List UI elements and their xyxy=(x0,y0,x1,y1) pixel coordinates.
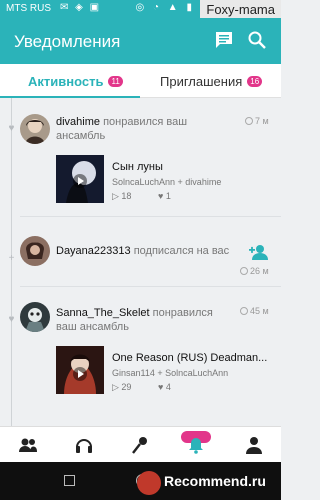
username[interactable]: Sanna_The_Skelet xyxy=(56,307,150,319)
likes-value: 1 xyxy=(165,191,171,201)
song-card[interactable]: Сын луны SolncaLuchAnn + divahime ▷ 18 ♥… xyxy=(56,155,271,205)
song-cover[interactable] xyxy=(56,155,104,203)
notifications-icon[interactable] xyxy=(186,435,206,455)
likes-count: ♥ 4 xyxy=(157,382,171,392)
tab-invitations-badge: 16 xyxy=(247,75,263,87)
tab-bar: Активность 11 Приглашения 16 xyxy=(0,64,281,98)
microphone-icon[interactable] xyxy=(130,435,150,455)
divider xyxy=(20,216,281,217)
add-user-icon[interactable] xyxy=(248,244,268,260)
song-artists: Ginsan114 + SolncaLuchAnn xyxy=(112,368,229,378)
avatar[interactable] xyxy=(20,114,50,144)
likes-value: 4 xyxy=(165,382,171,392)
profile-icon[interactable] xyxy=(244,435,264,455)
carrier-label: MTS RUS xyxy=(6,3,51,14)
song-card[interactable]: One Reason (RUS) Deadman... Ginsan114 + … xyxy=(56,346,271,396)
clock-icon xyxy=(240,307,248,315)
app-bar: Уведомления xyxy=(0,18,281,64)
plays-count: ▷ 29 xyxy=(112,382,132,392)
timestamp-text: 7 м xyxy=(255,116,269,126)
username[interactable]: Dayana223313 xyxy=(56,245,131,257)
notification-text: divahime понравился ваш ансамбль xyxy=(56,115,226,143)
watermark-label: Foxy-mama xyxy=(200,0,281,20)
tab-invitations[interactable]: Приглашения 16 xyxy=(160,64,263,98)
heart-icon: ♥ xyxy=(8,314,15,325)
notification-icons: ✉ ◈ ▣ xyxy=(60,2,102,13)
likes-count: ♥ 1 xyxy=(157,191,171,201)
tab-invitations-label: Приглашения xyxy=(160,73,243,89)
activity-feed[interactable]: ♥ + ♥ divahime понравился ваш ансамбль 7… xyxy=(0,98,281,426)
song-stats: ▷ 29 ♥ 4 xyxy=(112,382,195,393)
timestamp: 26 м xyxy=(240,266,269,276)
heart-icon: ♥ xyxy=(8,123,15,134)
headphones-icon[interactable] xyxy=(74,435,94,455)
bottom-nav xyxy=(0,426,281,462)
people-icon[interactable] xyxy=(18,435,38,455)
timestamp: 45 м xyxy=(240,306,269,316)
tab-activity-badge: 11 xyxy=(108,75,123,87)
avatar[interactable] xyxy=(20,236,50,266)
recommend-watermark: Recommend.ru xyxy=(164,473,266,489)
action-text: подписался на вас xyxy=(133,245,230,257)
plus-icon: + xyxy=(8,253,15,264)
notification-text: Dayana223313 подписался на вас xyxy=(56,244,246,258)
system-status-icons: ◎ ◔ ▲ ▮ xyxy=(135,2,195,13)
plays-count: ▷ 18 xyxy=(112,191,132,201)
page-title: Уведомления xyxy=(14,32,121,51)
timestamp-text: 45 м xyxy=(250,306,269,316)
song-title: Сын луны xyxy=(112,161,163,173)
song-stats: ▷ 18 ♥ 1 xyxy=(112,191,195,202)
tab-activity[interactable]: Активность 11 xyxy=(28,64,123,98)
song-title: One Reason (RUS) Deadman... xyxy=(112,352,268,364)
recent-apps-icon[interactable] xyxy=(64,475,75,486)
plays-value: 18 xyxy=(121,191,132,201)
clock-icon xyxy=(240,267,248,275)
clock-icon xyxy=(245,117,253,125)
song-artists: SolncaLuchAnn + divahime xyxy=(112,177,222,187)
timestamp-text: 26 м xyxy=(250,266,269,276)
system-nav-bar: Recommend.ru xyxy=(0,462,281,500)
recommend-logo-icon xyxy=(137,471,161,495)
song-cover[interactable] xyxy=(56,346,104,394)
timestamp: 7 м xyxy=(245,116,269,126)
search-icon[interactable] xyxy=(247,30,267,50)
tab-activity-label: Активность xyxy=(28,73,104,89)
notification-text: Sanna_The_Skelet понравился ваш ансамбль xyxy=(56,306,236,334)
chat-icon[interactable] xyxy=(214,30,234,50)
divider xyxy=(20,286,281,287)
avatar[interactable] xyxy=(20,302,50,332)
plays-value: 29 xyxy=(121,382,132,392)
username[interactable]: divahime xyxy=(56,116,100,128)
